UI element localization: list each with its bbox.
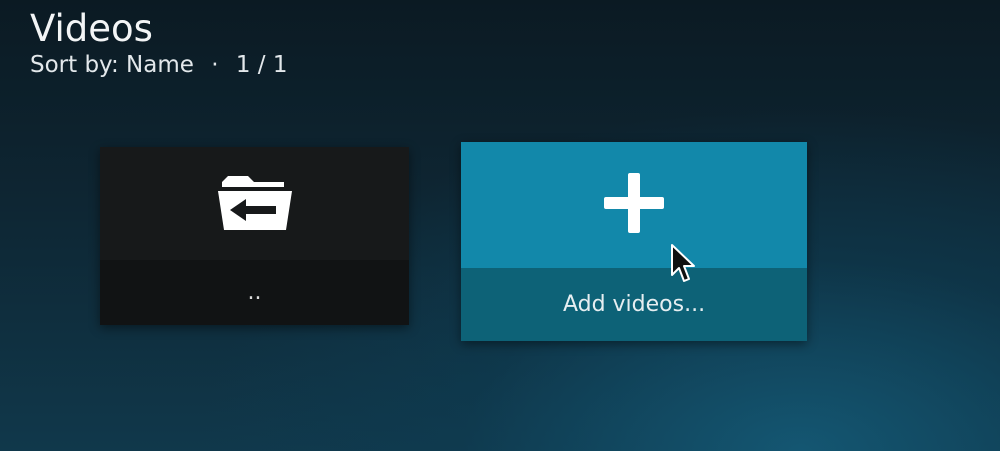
mouse-pointer-icon — [670, 243, 700, 285]
separator-dot: · — [211, 52, 219, 78]
sort-label[interactable]: Sort by: Name — [30, 52, 194, 78]
sort-info: Sort by: Name · 1 / 1 — [30, 50, 288, 80]
page-title: Videos — [30, 7, 153, 50]
parent-folder-tile[interactable]: .. — [100, 147, 409, 325]
plus-icon — [603, 172, 665, 238]
parent-folder-label: .. — [100, 260, 409, 325]
page-counter: 1 / 1 — [235, 52, 288, 78]
parent-folder-art — [100, 147, 409, 260]
add-videos-tile[interactable]: Add videos... — [461, 142, 807, 341]
add-videos-art — [461, 142, 807, 268]
add-videos-label: Add videos... — [461, 268, 807, 341]
folder-back-icon — [216, 172, 294, 236]
page-header: Videos Sort by: Name · 1 / 1 — [30, 6, 288, 80]
